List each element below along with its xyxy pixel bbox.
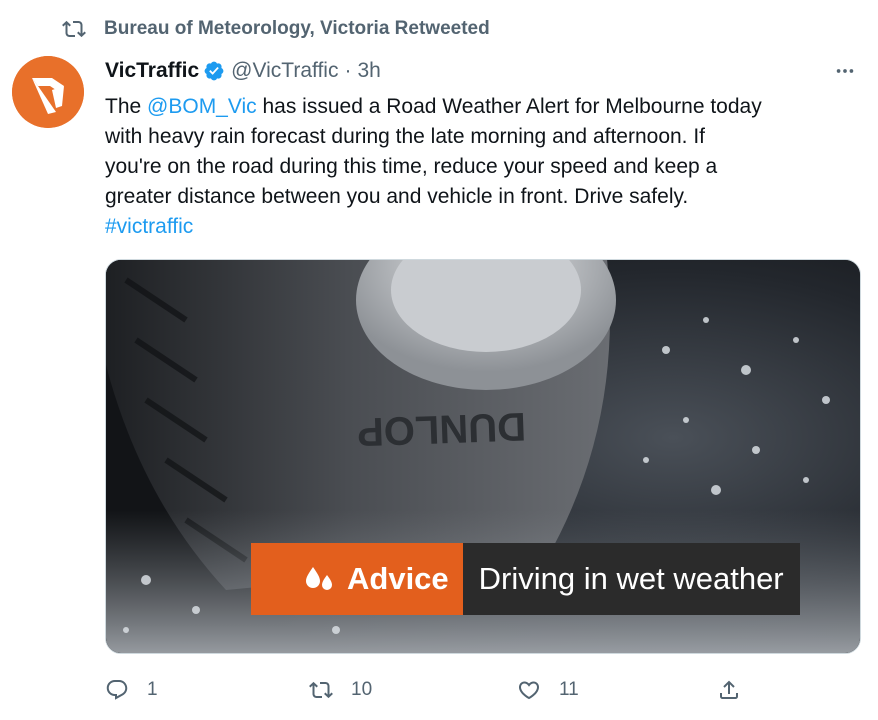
- tweet-text-segment: has issued a Road Weather Alert for Melb…: [256, 95, 762, 118]
- separator-dot: ·: [344, 59, 352, 82]
- reply-icon: [106, 680, 128, 700]
- tyre-brand-text: DUNLOP: [356, 404, 526, 454]
- tweet-text-line: greater distance between you and vehicle…: [105, 185, 689, 208]
- heart-icon: [518, 681, 540, 700]
- tweet-text: The @BOM_Vic has issued a Road Weather A…: [105, 92, 865, 242]
- retweet-button[interactable]: 10: [309, 674, 372, 706]
- advice-banner: Advice Driving in wet weather: [251, 543, 800, 615]
- victraffic-logo: [12, 56, 84, 128]
- author-handle[interactable]: @VicTraffic: [231, 59, 338, 83]
- tweet-text-line: with heavy rain forecast during the late…: [105, 125, 706, 148]
- tweet-timestamp[interactable]: 3h: [357, 59, 380, 83]
- hashtag-link[interactable]: #victraffic: [105, 212, 865, 242]
- retweet-context[interactable]: Bureau of Meteorology, Victoria Retweete…: [62, 16, 490, 42]
- retweet-count: 10: [351, 679, 373, 700]
- verified-badge-icon: [204, 61, 224, 81]
- advice-subtitle: Driving in wet weather: [462, 543, 800, 615]
- like-button[interactable]: 11: [517, 674, 579, 706]
- retweet-action-icon: [309, 681, 333, 699]
- tweet-actions: 1 10 11: [105, 674, 865, 706]
- reply-count: 1: [147, 679, 158, 700]
- tweet-text-line: The @BOM_Vic has issued a Road Weather A…: [105, 92, 865, 122]
- tweet-header: VicTraffic @VicTraffic · 3h: [105, 56, 864, 86]
- reply-button[interactable]: 1: [105, 674, 158, 706]
- more-options-button[interactable]: [830, 56, 860, 86]
- advice-label: Advice: [347, 561, 449, 596]
- more-icon: [836, 69, 854, 73]
- share-icon: [720, 680, 738, 699]
- author-name[interactable]: VicTraffic: [105, 59, 199, 83]
- tweet-media-image[interactable]: DUNLOP Advice Driving in wet weather: [105, 259, 861, 654]
- mention-link[interactable]: @BOM_Vic: [147, 95, 257, 118]
- like-count: 11: [559, 679, 579, 700]
- avatar[interactable]: [12, 56, 84, 128]
- share-button[interactable]: [717, 674, 741, 706]
- retweet-context-text[interactable]: Bureau of Meteorology, Victoria Retweete…: [104, 18, 490, 40]
- advice-label-box: Advice: [251, 543, 463, 615]
- water-drops-icon: [306, 567, 332, 590]
- tweet-text-segment: The: [105, 95, 148, 118]
- tweet-text-line: you're on the road during this time, red…: [105, 155, 718, 178]
- retweet-icon: [62, 20, 86, 38]
